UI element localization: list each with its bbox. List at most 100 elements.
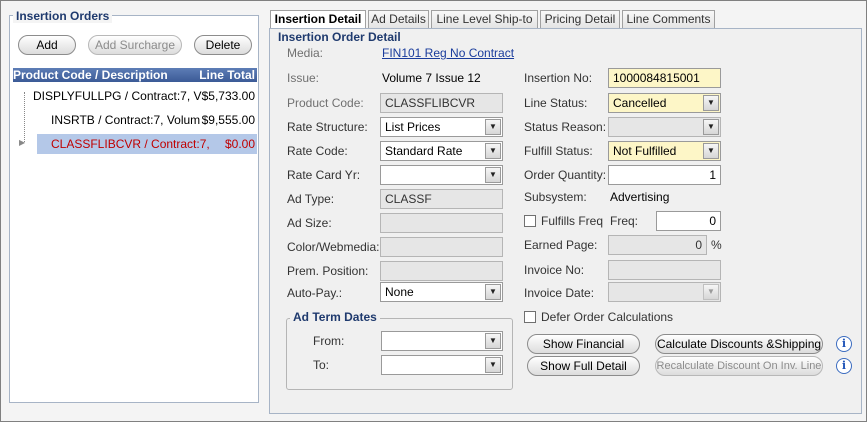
tab-line-level-ship-to[interactable]: Line Level Ship-to bbox=[431, 10, 538, 28]
chevron-down-icon[interactable]: ▼ bbox=[485, 143, 501, 159]
row-amount: $5,733.00 bbox=[201, 89, 255, 103]
insertion-orders-title: Insertion Orders bbox=[13, 9, 113, 23]
info-icon[interactable]: i bbox=[836, 336, 852, 352]
chevron-down-icon[interactable]: ▼ bbox=[703, 95, 719, 111]
expand-arrow-icon[interactable]: ▶ bbox=[19, 138, 25, 147]
chevron-down-icon[interactable]: ▼ bbox=[485, 119, 501, 135]
percent-label: % bbox=[711, 238, 722, 252]
chevron-down-icon[interactable]: ▼ bbox=[485, 167, 501, 183]
product-code-label: Product Code: bbox=[287, 96, 364, 110]
order-quantity-label: Order Quantity: bbox=[524, 168, 607, 182]
info-icon[interactable]: i bbox=[836, 358, 852, 374]
to-date-select[interactable]: ▼ bbox=[381, 355, 503, 375]
recalculate-discount-button[interactable]: Recalculate Discount On Inv. Line bbox=[655, 356, 823, 376]
from-label: From: bbox=[313, 334, 345, 348]
add-surcharge-button[interactable]: Add Surcharge bbox=[88, 35, 182, 55]
tab-insertion-detail[interactable]: Insertion Detail bbox=[270, 10, 366, 29]
tree-row[interactable]: DISPLYFULLPG / Contract:7, V $5,733.00 bbox=[33, 86, 257, 106]
subsystem-value: Advertising bbox=[610, 190, 670, 204]
column-product-code[interactable]: Product Code / Description bbox=[13, 68, 168, 82]
tree-row[interactable]: INSRTB / Contract:7, Volum $9,555.00 bbox=[51, 110, 257, 130]
rate-structure-value: List Prices bbox=[385, 120, 441, 134]
row-amount: $9,555.00 bbox=[201, 113, 255, 127]
subsystem-label: Subsystem: bbox=[524, 190, 587, 204]
from-date-select[interactable]: ▼ bbox=[381, 331, 503, 351]
color-webmedia-field bbox=[380, 237, 503, 257]
chevron-down-icon[interactable]: ▼ bbox=[485, 284, 501, 300]
rate-code-value: Standard Rate bbox=[385, 144, 463, 158]
prem-position-label: Prem. Position: bbox=[287, 264, 369, 278]
rate-structure-select[interactable]: List Prices ▼ bbox=[380, 117, 503, 137]
issue-value: Volume 7 Issue 12 bbox=[382, 71, 481, 85]
fulfill-status-select[interactable]: Not Fulfilled ▼ bbox=[608, 141, 721, 161]
calculate-discounts-shipping-button[interactable]: Calculate Discounts &Shipping bbox=[655, 334, 823, 354]
fulfill-status-value: Not Fulfilled bbox=[613, 144, 677, 158]
freq-field[interactable]: 0 bbox=[656, 211, 721, 231]
tree-connector bbox=[24, 92, 25, 142]
fulfills-freq-label: Fulfills Freq bbox=[541, 214, 604, 228]
tree-row-selected[interactable]: CLASSFLIBCVR / Contract:7, $0.00 bbox=[37, 134, 257, 154]
defer-order-calculations-label: Defer Order Calculations bbox=[541, 310, 674, 324]
invoice-no-label: Invoice No: bbox=[524, 263, 585, 277]
invoice-date-label: Invoice Date: bbox=[524, 286, 595, 300]
grid-header: Product Code / Description Line Total bbox=[13, 68, 257, 82]
earned-page-label: Earned Page: bbox=[524, 238, 598, 252]
insertion-orders-tree: DISPLYFULLPG / Contract:7, V $5,733.00 I… bbox=[13, 82, 257, 394]
add-button[interactable]: Add bbox=[18, 35, 76, 55]
ad-term-dates-group: From: ▼ To: ▼ bbox=[286, 318, 513, 390]
insertion-no-field[interactable]: 1000084815001 bbox=[608, 68, 721, 88]
rate-card-yr-label: Rate Card Yr: bbox=[287, 168, 361, 182]
invoice-date-select[interactable]: ▼ bbox=[608, 282, 721, 302]
color-webmedia-label: Color/Webmedia: bbox=[287, 240, 380, 254]
show-full-detail-button[interactable]: Show Full Detail bbox=[527, 356, 640, 376]
product-code-field: CLASSFLIBCVR bbox=[380, 93, 503, 113]
insertion-no-label: Insertion No: bbox=[524, 71, 593, 85]
tab-pricing-detail[interactable]: Pricing Detail bbox=[540, 10, 620, 28]
line-status-label: Line Status: bbox=[524, 96, 588, 110]
tab-line-comments[interactable]: Line Comments bbox=[622, 10, 715, 28]
insertion-order-detail-title: Insertion Order Detail bbox=[275, 30, 404, 44]
order-quantity-field[interactable]: 1 bbox=[608, 165, 721, 185]
issue-label: Issue: bbox=[287, 71, 320, 85]
row-label: CLASSFLIBCVR / Contract:7, bbox=[51, 137, 210, 151]
rate-code-label: Rate Code: bbox=[287, 144, 348, 158]
defer-order-calculations-checkbox[interactable] bbox=[524, 311, 536, 323]
row-amount: $0.00 bbox=[224, 137, 255, 151]
earned-page-field: 0 bbox=[608, 235, 707, 255]
media-link[interactable]: FIN101 Reg No Contract bbox=[382, 45, 514, 61]
to-label: To: bbox=[313, 358, 330, 372]
ad-size-label: Ad Size: bbox=[287, 216, 332, 230]
rate-card-yr-select[interactable]: ▼ bbox=[380, 165, 503, 185]
ad-type-field: CLASSF bbox=[380, 189, 503, 209]
rate-code-select[interactable]: Standard Rate ▼ bbox=[380, 141, 503, 161]
chevron-down-icon[interactable]: ▼ bbox=[703, 119, 719, 135]
status-reason-label: Status Reason: bbox=[524, 120, 607, 134]
auto-pay-select[interactable]: None ▼ bbox=[380, 282, 503, 302]
fulfills-freq-checkbox[interactable] bbox=[524, 215, 536, 227]
chevron-down-icon[interactable]: ▼ bbox=[703, 284, 719, 300]
delete-button[interactable]: Delete bbox=[194, 35, 252, 55]
ad-term-dates-title: Ad Term Dates bbox=[290, 310, 380, 324]
row-label: DISPLYFULLPG / Contract:7, V bbox=[33, 89, 202, 103]
show-financial-detail-button[interactable]: Show Financial Detail bbox=[527, 334, 640, 369]
ad-size-field bbox=[380, 213, 503, 233]
column-line-total[interactable]: Line Total bbox=[199, 68, 255, 82]
fulfill-status-label: Fulfill Status: bbox=[524, 144, 593, 158]
status-reason-select[interactable]: ▼ bbox=[608, 117, 721, 137]
auto-pay-label: Auto-Pay.: bbox=[287, 286, 343, 300]
chevron-down-icon[interactable]: ▼ bbox=[485, 333, 501, 349]
auto-pay-value: None bbox=[385, 285, 414, 299]
insertion-orders-panel: Add Add Surcharge Delete Product Code / … bbox=[9, 15, 259, 403]
window-frame: Add Add Surcharge Delete Product Code / … bbox=[0, 0, 867, 422]
row-label: INSRTB / Contract:7, Volum bbox=[51, 113, 201, 127]
ad-type-label: Ad Type: bbox=[287, 192, 335, 206]
rate-structure-label: Rate Structure: bbox=[287, 120, 368, 134]
invoice-no-field bbox=[608, 260, 721, 280]
line-status-select[interactable]: Cancelled ▼ bbox=[608, 93, 721, 113]
chevron-down-icon[interactable]: ▼ bbox=[703, 143, 719, 159]
tab-ad-details[interactable]: Ad Details bbox=[368, 10, 429, 28]
freq-label: Freq: bbox=[610, 214, 639, 228]
chevron-down-icon[interactable]: ▼ bbox=[485, 357, 501, 373]
media-label: Media: bbox=[287, 46, 324, 60]
line-status-value: Cancelled bbox=[613, 96, 667, 110]
